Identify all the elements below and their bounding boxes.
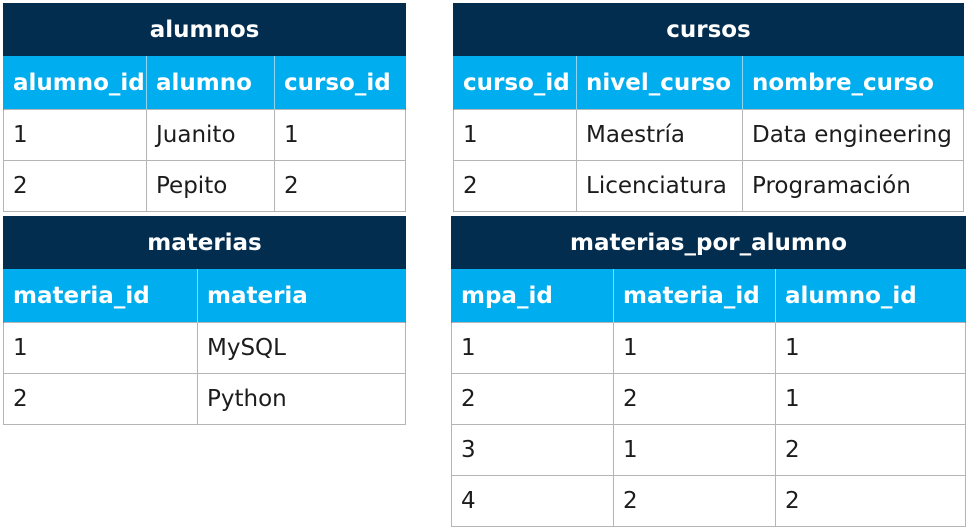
table-cell: 2 xyxy=(3,373,198,425)
table-cell: 2 xyxy=(774,424,966,476)
table-cell: 2 xyxy=(451,373,614,425)
table-cell: 1 xyxy=(3,109,147,161)
column-header: mpa_id xyxy=(451,268,614,323)
table-cell: 2 xyxy=(273,160,407,212)
table-cell: Licenciatura xyxy=(576,160,743,212)
table-cell: 3 xyxy=(451,424,614,476)
table-cell: 1 xyxy=(613,424,776,476)
table-cell: MySQL xyxy=(197,322,406,374)
table-cell: Data engineering xyxy=(742,109,964,161)
table-row: 4 2 2 xyxy=(451,475,966,527)
column-header: materia_id xyxy=(613,268,776,323)
table-title: materias xyxy=(3,216,406,269)
column-header: alumno xyxy=(146,55,275,110)
table-cell: 2 xyxy=(453,160,577,212)
column-header: nombre_curso xyxy=(742,55,964,110)
table-row: 2 2 1 xyxy=(451,373,966,425)
table-cell: 2 xyxy=(613,475,776,527)
table-alumnos: alumnos alumno_id alumno curso_id 1 Juan… xyxy=(2,3,407,212)
table-cursos: cursos curso_id nivel_curso nombre_curso… xyxy=(453,3,964,212)
table-cell: Juanito xyxy=(146,109,275,161)
column-header: curso_id xyxy=(273,55,407,110)
column-header: materia xyxy=(197,268,406,323)
table-cell: 1 xyxy=(453,109,577,161)
table-materias: materias materia_id materia 1 MySQL 2 Py… xyxy=(3,216,406,425)
table-row: 1 MySQL xyxy=(3,322,406,374)
table-cell: Pepito xyxy=(146,160,275,212)
table-cell: 2 xyxy=(774,475,966,527)
table-row: 2 Pepito 2 xyxy=(3,160,407,212)
table-cell: 2 xyxy=(3,160,147,212)
table-cell: Python xyxy=(197,373,406,425)
table-row: 1 1 1 xyxy=(451,322,966,374)
column-header: curso_id xyxy=(453,55,577,110)
table-title: cursos xyxy=(453,3,964,56)
table-cell: 1 xyxy=(613,322,776,374)
table-cell: 4 xyxy=(451,475,614,527)
table-cell: 1 xyxy=(3,322,198,374)
table-cell: 2 xyxy=(613,373,776,425)
table-materias-por-alumno: materias_por_alumno mpa_id materia_id al… xyxy=(450,216,966,527)
column-header: alumno_id xyxy=(3,55,147,110)
table-row: 3 1 2 xyxy=(451,424,966,476)
column-header: alumno_id xyxy=(774,268,966,323)
table-cell: 1 xyxy=(273,109,407,161)
table-cell: 1 xyxy=(774,322,966,374)
table-title: alumnos xyxy=(2,3,407,56)
column-header: materia_id xyxy=(3,268,198,323)
table-row: 2 Python xyxy=(3,373,406,425)
column-header: nivel_curso xyxy=(576,55,743,110)
table-row: 2 Licenciatura Programación xyxy=(453,160,964,212)
table-cell: 1 xyxy=(774,373,966,425)
table-title: materias_por_alumno xyxy=(450,216,966,269)
table-row: 1 Juanito 1 xyxy=(3,109,407,161)
table-cell: Maestría xyxy=(576,109,743,161)
table-row: 1 Maestría Data engineering xyxy=(453,109,964,161)
table-cell: Programación xyxy=(742,160,964,212)
table-cell: 1 xyxy=(451,322,614,374)
